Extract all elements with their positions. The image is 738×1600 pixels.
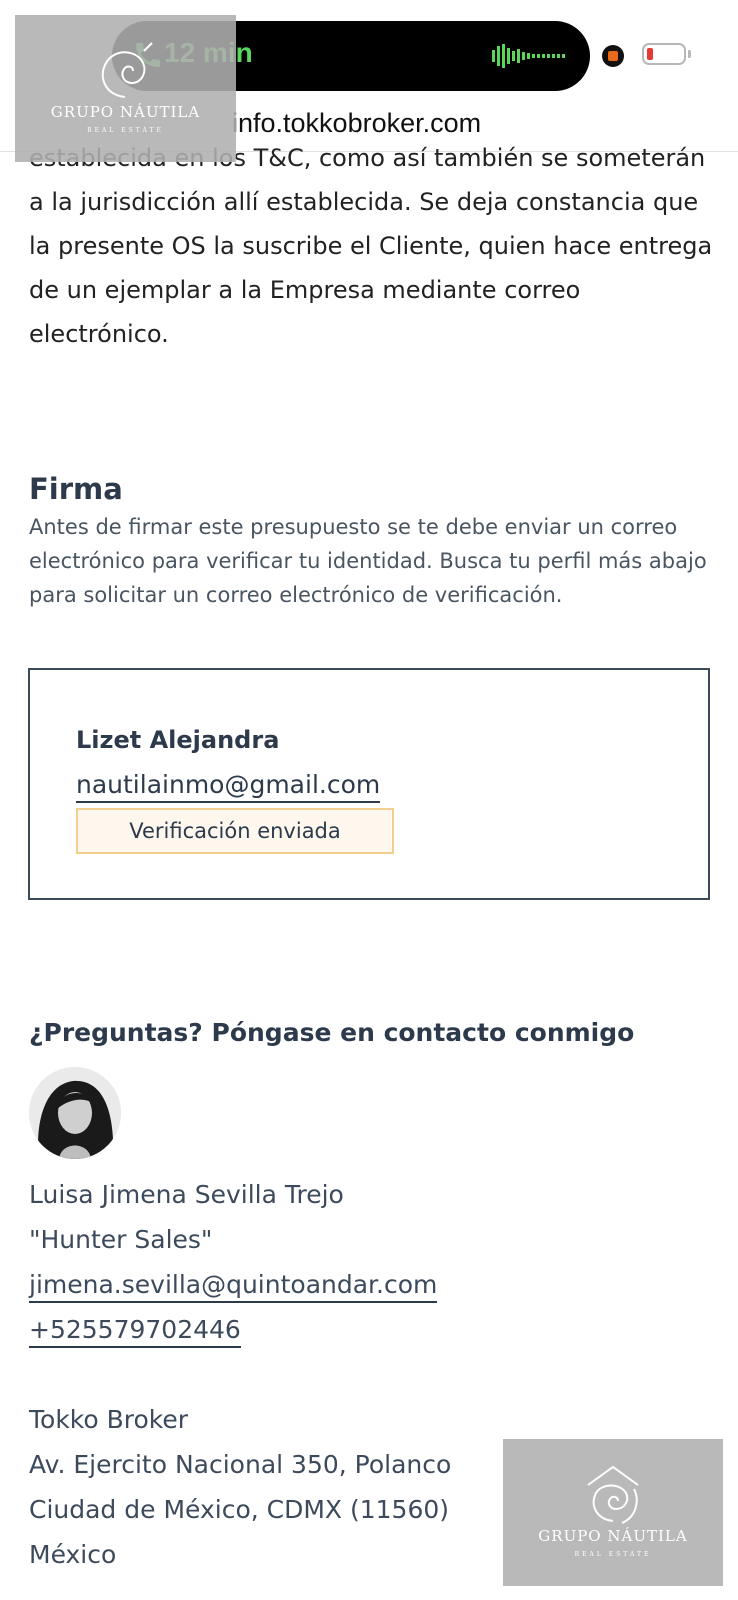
- audio-waveform-icon: [492, 44, 565, 68]
- contact-title: ¿Preguntas? Póngase en contacto conmigo: [29, 1018, 635, 1047]
- agent-phone-link[interactable]: +525579702446: [29, 1315, 241, 1348]
- watermark-brand-bottom: GRUPO NÁUTILA: [538, 1527, 688, 1545]
- watermark-tagline-top: REAL ESTATE: [87, 127, 164, 134]
- battery-icon: [642, 43, 686, 65]
- house-shell-icon: [587, 1465, 639, 1524]
- signer-email-link[interactable]: nautilainmo@gmail.com: [76, 770, 381, 803]
- agent-name: Luisa Jimena Sevilla Trejo: [29, 1180, 344, 1209]
- agent-email-link[interactable]: jimena.sevilla@quintoandar.com: [29, 1270, 438, 1303]
- signature-title: Firma: [29, 472, 123, 506]
- screen-recording-icon: [602, 45, 624, 67]
- address-line-2: Ciudad de México, CDMX (11560): [29, 1495, 450, 1524]
- address-line-1: Av. Ejercito Nacional 350, Polanco: [29, 1450, 452, 1479]
- watermark-logo-top: GRUPO NÁUTILA REAL ESTATE: [15, 15, 236, 162]
- terms-paragraph: establecida en los T&C, como así también…: [29, 144, 713, 348]
- watermark-brand-top: GRUPO NÁUTILA: [50, 103, 201, 121]
- company-name: Tokko Broker: [29, 1405, 189, 1434]
- watermark-tagline-bottom: REAL ESTATE: [574, 1551, 652, 1558]
- signer-card: Lizet Alejandra nautilainmo@gmail.com Ve…: [28, 668, 710, 900]
- agent-role: "Hunter Sales": [29, 1225, 213, 1254]
- watermark-logo-bottom: GRUPO NÁUTILA REAL ESTATE: [503, 1439, 723, 1586]
- agent-avatar: [29, 1067, 121, 1159]
- signer-name: Lizet Alejandra: [76, 726, 280, 754]
- verification-status-badge: Verificación enviada: [76, 808, 394, 854]
- avatar-portrait-icon: [29, 1067, 121, 1159]
- battery-level: [647, 48, 653, 60]
- battery-tip: [688, 50, 691, 58]
- signature-intro: Antes de firmar este presupuesto se te d…: [29, 515, 707, 607]
- address-bar-url[interactable]: info.tokkobroker.com: [232, 108, 481, 139]
- address-country: México: [29, 1540, 117, 1569]
- nautilus-shell-icon: [101, 42, 153, 98]
